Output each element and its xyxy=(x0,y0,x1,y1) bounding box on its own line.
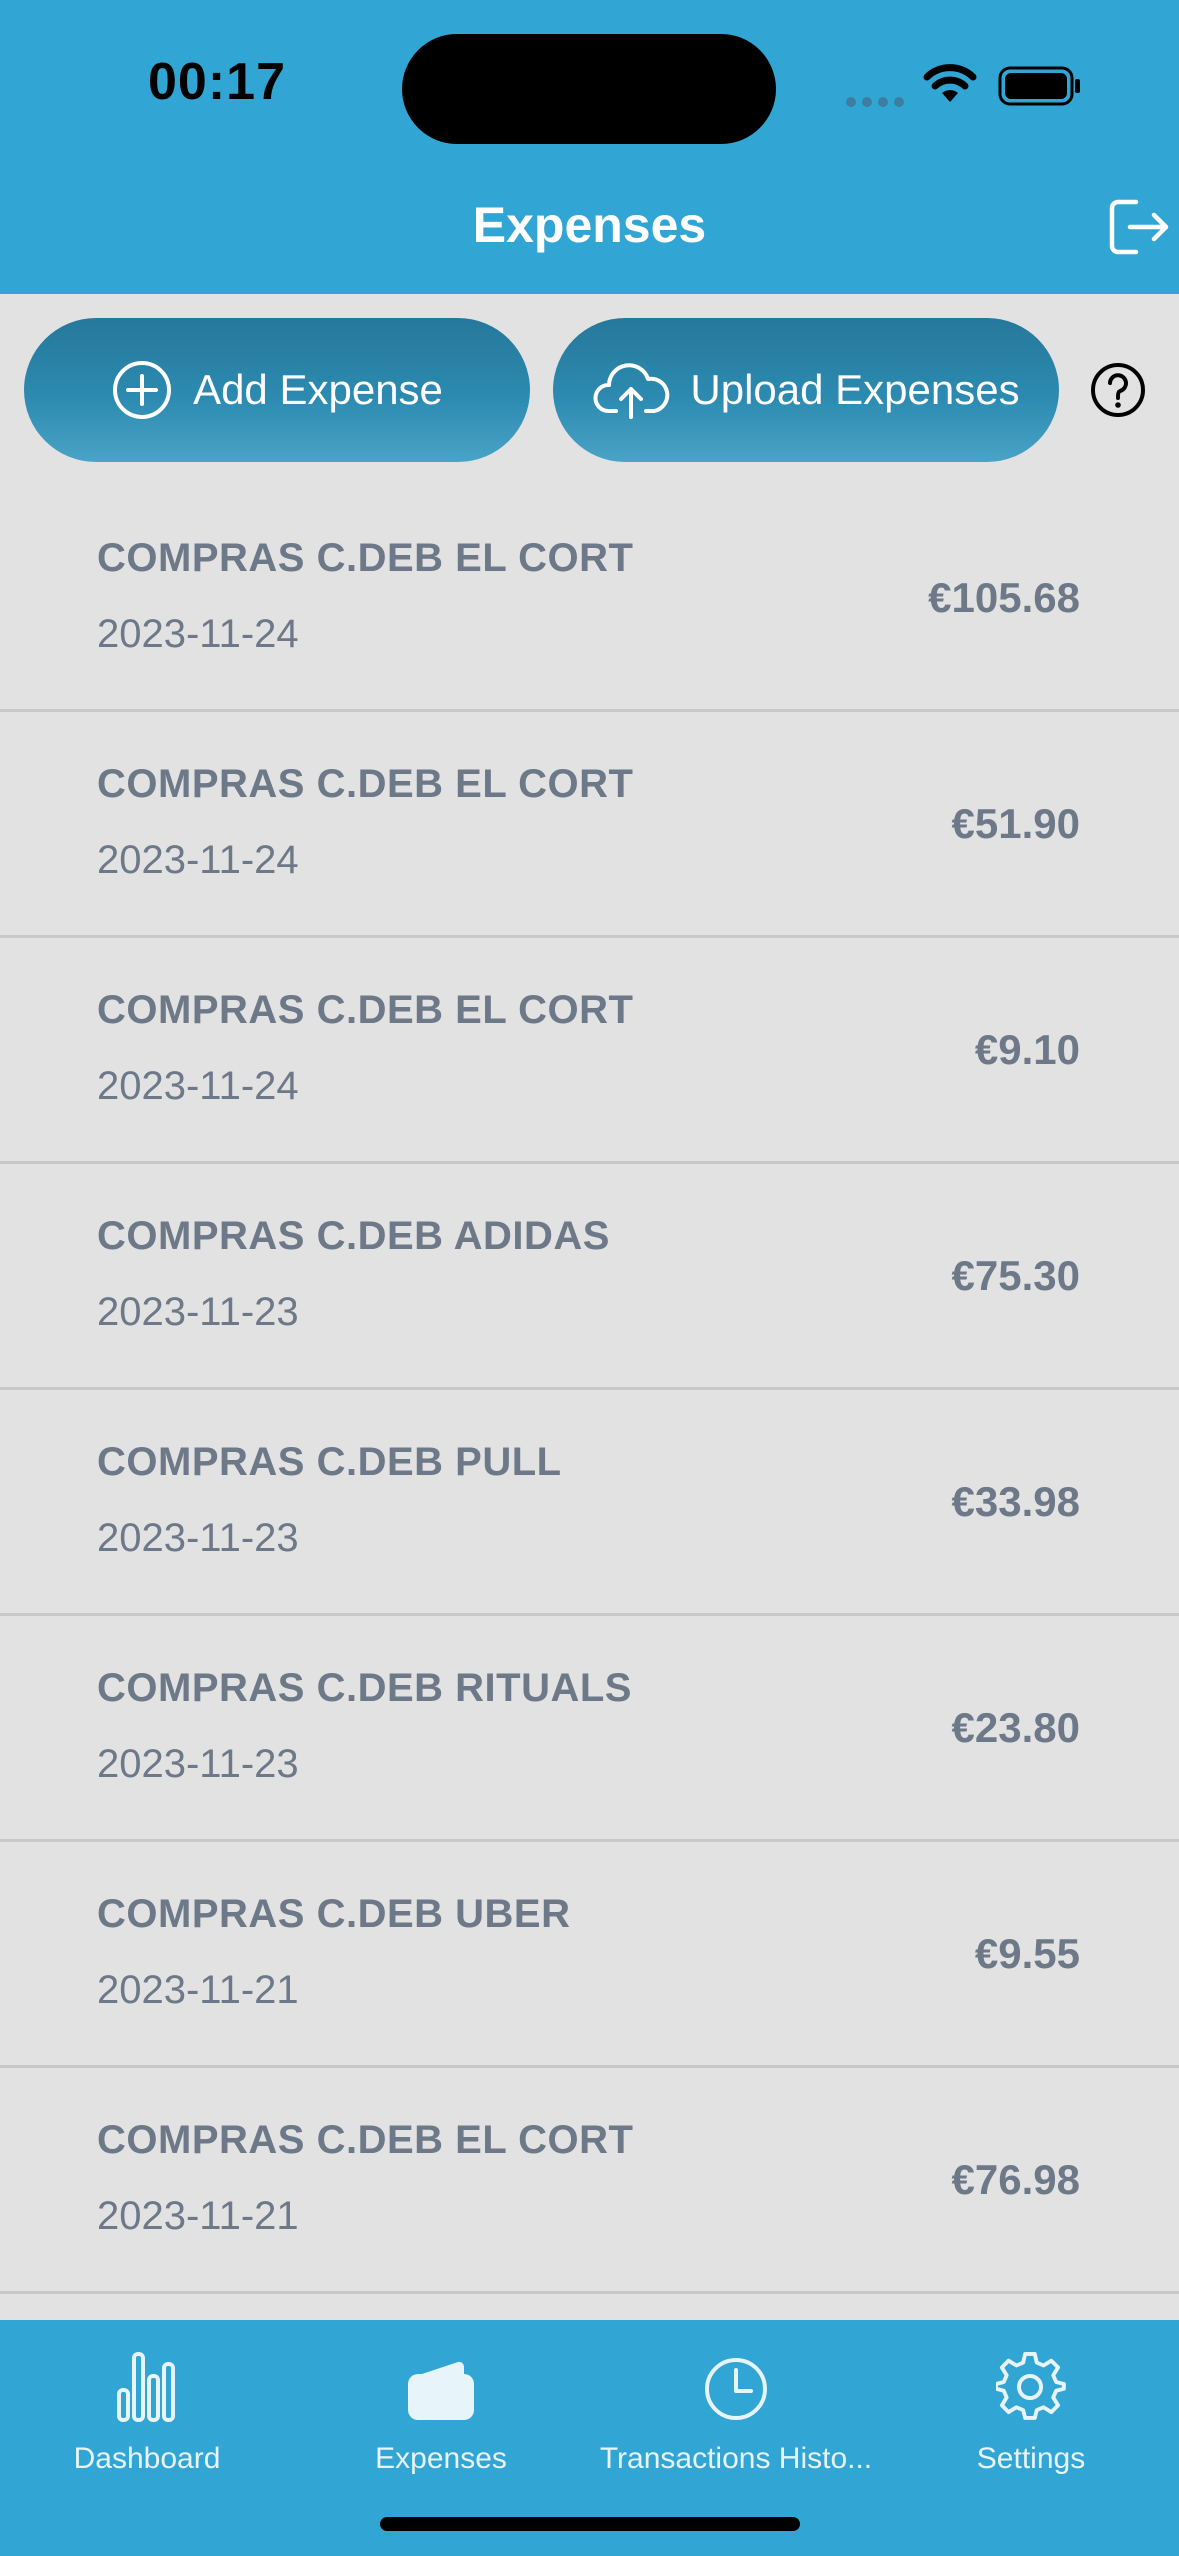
home-indicator[interactable] xyxy=(380,2517,800,2531)
expense-name: COMPRAS C.DEB EL CORT xyxy=(97,2118,634,2162)
gear-icon xyxy=(881,2344,1179,2422)
bar-chart-icon xyxy=(0,2344,297,2422)
status-time: 00:17 xyxy=(148,53,286,111)
expense-date: 2023-11-24 xyxy=(97,612,299,656)
expense-row[interactable]: COMPRAS C.DEB ADIDAS 2023-11-23 €75.30 xyxy=(0,1164,1179,1390)
expense-amount: €33.98 xyxy=(951,1478,1080,1525)
tab-dashboard[interactable]: Dashboard xyxy=(0,2344,297,2476)
tab-label: Expenses xyxy=(375,2442,507,2475)
expense-row[interactable]: COMPRAS C.DEB EL CORT 2023-11-24 €51.90 xyxy=(0,712,1179,938)
expense-name: COMPRAS C.DEB PULL xyxy=(97,1440,562,1484)
expense-amount: €75.30 xyxy=(951,1252,1080,1299)
expense-name: COMPRAS C.DEB EL CORT xyxy=(97,988,634,1032)
tab-label: Settings xyxy=(976,2442,1086,2475)
expense-name: COMPRAS C.DEB EL CORT xyxy=(97,762,634,806)
expense-name: COMPRAS C.DEB ADIDAS xyxy=(97,1214,610,1258)
expense-row[interactable]: COMPRAS C.DEB EL CORT 2023-11-24 €9.10 xyxy=(0,938,1179,1164)
expense-date: 2023-11-24 xyxy=(97,838,299,882)
expense-date: 2023-11-23 xyxy=(97,1290,299,1334)
expense-row[interactable]: COMPRAS C.DEB PULL 2023-11-23 €33.98 xyxy=(0,1390,1179,1616)
clock-icon xyxy=(586,2344,886,2422)
upload-expenses-button[interactable]: Upload Expenses xyxy=(553,318,1059,462)
tab-transactions-history[interactable]: Transactions Histo... xyxy=(586,2344,886,2476)
expense-amount: €23.80 xyxy=(951,1704,1080,1751)
expense-date: 2023-11-21 xyxy=(97,2194,299,2238)
battery-icon xyxy=(998,66,1082,111)
tab-label: Transactions Histo... xyxy=(599,2442,873,2475)
expense-name: COMPRAS C.DEB UBER xyxy=(97,1892,571,1936)
expense-amount: €9.55 xyxy=(974,1930,1080,1977)
dynamic-island xyxy=(402,34,776,144)
expense-row[interactable]: COMPRAS C.DEB EL CORT 2023-11-24 €105.68 xyxy=(0,486,1179,712)
expense-name: COMPRAS C.DEB EL CORT xyxy=(97,536,634,580)
header-bar: 00:17 Expenses xyxy=(0,0,1179,294)
page-title: Expenses xyxy=(472,197,707,253)
add-expense-label: Add Expense xyxy=(193,366,443,413)
expense-list: COMPRAS C.DEB EL CORT 2023-11-24 €105.68… xyxy=(0,486,1179,2294)
expense-row[interactable]: COMPRAS C.DEB RITUALS 2023-11-23 €23.80 xyxy=(0,1616,1179,1842)
expense-row[interactable]: COMPRAS C.DEB EL CORT 2023-11-21 €76.98 xyxy=(0,2068,1179,2294)
expense-date: 2023-11-21 xyxy=(97,1968,299,2012)
logout-icon[interactable] xyxy=(1108,198,1172,261)
plus-circle-icon xyxy=(111,359,173,421)
expense-row[interactable]: COMPRAS C.DEB UBER 2023-11-21 €9.55 xyxy=(0,1842,1179,2068)
help-icon[interactable] xyxy=(1090,362,1146,423)
expense-name: COMPRAS C.DEB RITUALS xyxy=(97,1666,632,1710)
expense-date: 2023-11-23 xyxy=(97,1742,299,1786)
add-expense-button[interactable]: Add Expense xyxy=(24,318,530,462)
tab-label: Dashboard xyxy=(73,2442,221,2475)
cellular-signal-icon xyxy=(846,94,910,112)
expense-date: 2023-11-24 xyxy=(97,1064,299,1108)
upload-expenses-label: Upload Expenses xyxy=(690,366,1020,413)
cloud-upload-icon xyxy=(592,361,670,419)
wallet-icon xyxy=(291,2344,591,2422)
expense-amount: €51.90 xyxy=(951,800,1080,847)
wifi-icon xyxy=(922,62,978,111)
expense-amount: €76.98 xyxy=(951,2156,1080,2203)
expense-date: 2023-11-23 xyxy=(97,1516,299,1560)
tab-settings[interactable]: Settings xyxy=(881,2344,1179,2476)
tab-expenses[interactable]: Expenses xyxy=(291,2344,591,2476)
expense-amount: €9.10 xyxy=(974,1026,1080,1073)
expense-amount: €105.68 xyxy=(928,574,1080,621)
